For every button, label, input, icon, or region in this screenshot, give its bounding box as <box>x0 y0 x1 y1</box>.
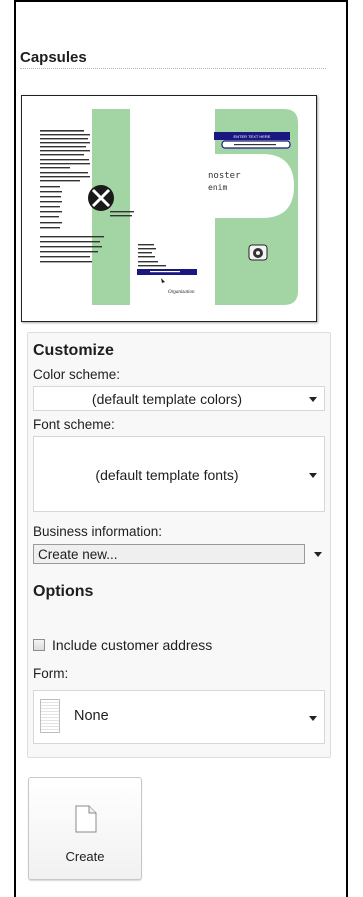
font-scheme-value: (default template fonts) <box>95 467 239 483</box>
color-scheme-label: Color scheme: <box>33 367 121 382</box>
form-value: None <box>74 708 109 724</box>
form-label: Form: <box>33 666 69 681</box>
new-document-icon <box>75 805 97 833</box>
org-logo <box>161 278 165 283</box>
business-info-value[interactable]: Create new... <box>33 544 305 564</box>
title-divider <box>20 68 326 69</box>
create-button-label: Create <box>65 849 105 864</box>
svg-text:Organization: Organization <box>168 290 195 295</box>
template-title: Capsules <box>20 49 87 66</box>
form-dropdown[interactable]: None <box>33 690 325 744</box>
include-address-checkbox[interactable] <box>33 639 45 651</box>
chevron-down-icon[interactable] <box>314 552 322 557</box>
business-info-label: Business information: <box>33 524 163 539</box>
chevron-down-icon <box>309 473 317 478</box>
font-scheme-label: Font scheme: <box>33 417 115 432</box>
chevron-down-icon <box>309 397 317 402</box>
font-scheme-dropdown[interactable]: (default template fonts) <box>33 436 325 512</box>
customize-heading: Customize <box>33 342 114 359</box>
color-scheme-dropdown[interactable]: (default template colors) <box>33 386 325 411</box>
options-heading: Options <box>33 583 94 600</box>
svg-text:ENTER TEXT HERE: ENTER TEXT HERE <box>234 134 271 139</box>
address-block <box>138 244 166 267</box>
template-preview[interactable]: Organization ENTER TEXT HERE noster enim <box>21 95 317 322</box>
create-button[interactable]: Create <box>28 777 142 880</box>
blank-form-icon <box>40 699 60 733</box>
include-address-label[interactable]: Include customer address <box>52 637 212 653</box>
svg-text:noster: noster <box>208 171 241 181</box>
svg-text:enim: enim <box>208 183 227 192</box>
color-scheme-value: (default template colors) <box>91 391 243 407</box>
chevron-down-icon <box>309 716 317 721</box>
brochure-thumbnail: Organization ENTER TEXT HERE noster enim <box>40 109 298 305</box>
business-info-combo[interactable]: Create new... <box>33 544 325 564</box>
